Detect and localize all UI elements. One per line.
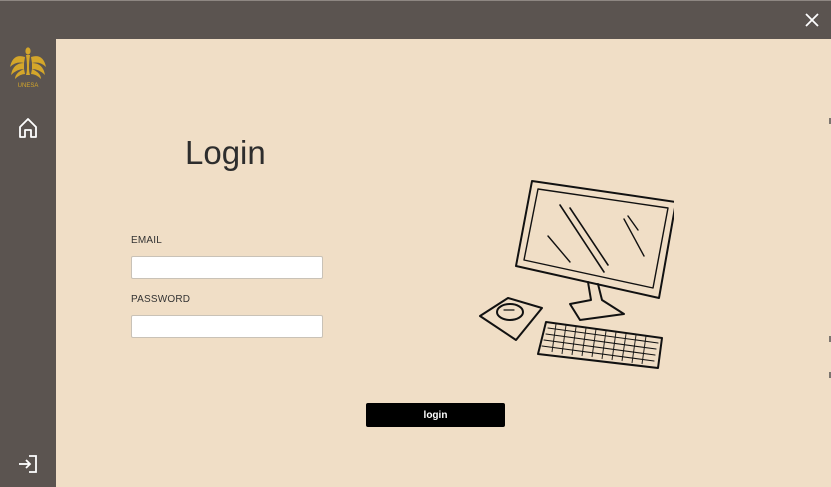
login-button[interactable]: login [366,403,505,427]
page-title: Login [185,134,266,171]
logout-icon[interactable] [16,452,40,476]
close-icon[interactable] [802,10,822,30]
unesa-logo: UNESA [10,47,46,89]
svg-text:UNESA: UNESA [18,83,39,89]
email-field[interactable] [131,256,323,279]
password-field[interactable] [131,315,323,338]
email-label: EMAIL [131,235,163,246]
login-panel: Login EMAIL PASSWORD login [56,38,831,487]
password-label: PASSWORD [131,294,191,305]
home-icon[interactable] [16,116,40,140]
computer-illustration [479,180,674,369]
sidebar: UNESA [0,38,56,487]
title-bar [0,0,831,39]
